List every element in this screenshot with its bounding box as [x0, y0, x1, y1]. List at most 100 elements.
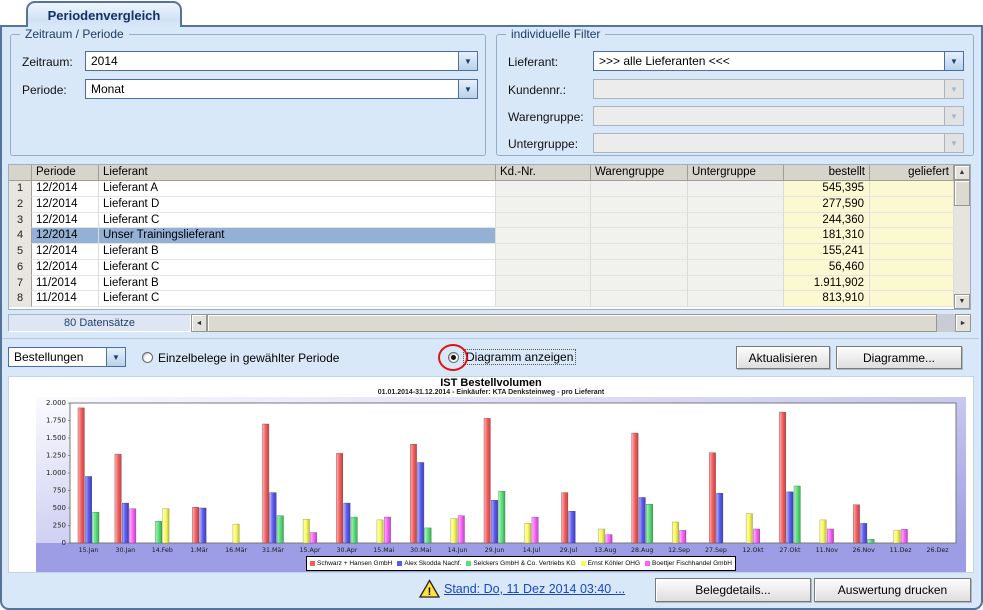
scroll-left-icon[interactable]: ◄: [191, 314, 207, 332]
belegdetails-button[interactable]: Belegdetails...: [655, 578, 811, 602]
table-cell[interactable]: 12/2014: [32, 228, 99, 244]
table-cell[interactable]: [688, 181, 784, 197]
scroll-right-icon[interactable]: ►: [955, 314, 971, 332]
row-number[interactable]: 2: [9, 197, 32, 213]
table-cell[interactable]: [496, 244, 591, 260]
aktualisieren-button[interactable]: Aktualisieren: [736, 346, 830, 369]
table-cell[interactable]: [688, 213, 784, 229]
table-cell[interactable]: 12/2014: [32, 213, 99, 229]
row-number[interactable]: 7: [9, 276, 32, 292]
table-cell[interactable]: Unser Trainingslieferant: [99, 228, 496, 244]
table-cell[interactable]: [591, 213, 688, 229]
table-cell[interactable]: [496, 181, 591, 197]
row-number[interactable]: 1: [9, 181, 32, 197]
svg-text:30.Apr: 30.Apr: [336, 547, 357, 554]
table-cell[interactable]: 12/2014: [32, 197, 99, 213]
svg-text:29.Jul: 29.Jul: [560, 547, 578, 554]
table-cell[interactable]: 56,460: [784, 260, 870, 276]
table-cell[interactable]: Lieferant C: [99, 260, 496, 276]
column-header-bestellt[interactable]: bestellt: [784, 165, 870, 181]
diagramme-button[interactable]: Diagramme...: [836, 346, 962, 369]
table-cell[interactable]: [591, 181, 688, 197]
table-cell[interactable]: [688, 197, 784, 213]
column-header-geliefert[interactable]: geliefert: [870, 165, 954, 181]
column-header-Untergruppe[interactable]: Untergruppe: [688, 165, 784, 181]
table-cell[interactable]: 813,910: [784, 291, 870, 307]
column-header-Kd.-Nr.[interactable]: Kd.-Nr.: [496, 165, 591, 181]
svg-text:13.Aug: 13.Aug: [594, 547, 616, 554]
table-cell[interactable]: 181,310: [784, 228, 870, 244]
table-cell[interactable]: [688, 260, 784, 276]
table-cell[interactable]: 12/2014: [32, 244, 99, 260]
table-cell[interactable]: [870, 291, 954, 307]
vertical-scrollbar[interactable]: ▲ ▼: [954, 165, 970, 309]
column-header-Lieferant[interactable]: Lieferant: [99, 165, 496, 181]
table-cell[interactable]: 155,241: [784, 244, 870, 260]
table-cell[interactable]: [591, 260, 688, 276]
horizontal-scroll-thumb[interactable]: [207, 314, 937, 332]
table-cell[interactable]: [496, 228, 591, 244]
row-number[interactable]: 5: [9, 244, 32, 260]
table-cell[interactable]: [688, 228, 784, 244]
table-cell[interactable]: [496, 213, 591, 229]
table-cell[interactable]: [870, 228, 954, 244]
radio-einzelbelege[interactable]: [142, 352, 153, 363]
groupbox-individuelle-filter: individuelle Filter: [496, 34, 974, 156]
table-cell[interactable]: [591, 276, 688, 292]
table-cell[interactable]: 277,590: [784, 197, 870, 213]
row-number[interactable]: 4: [9, 228, 32, 244]
table-cell[interactable]: [496, 291, 591, 307]
radio-einzelbelege-label[interactable]: Einzelbelege in gewählter Periode: [158, 351, 339, 365]
row-number[interactable]: 6: [9, 260, 32, 276]
table-cell[interactable]: [688, 244, 784, 260]
chevron-down-icon[interactable]: ▼: [106, 348, 125, 366]
table-cell[interactable]: 12/2014: [32, 181, 99, 197]
table-cell[interactable]: [591, 197, 688, 213]
table-cell[interactable]: [870, 181, 954, 197]
table-cell[interactable]: Lieferant B: [99, 276, 496, 292]
vertical-scroll-thumb[interactable]: [954, 180, 970, 206]
svg-text:750: 750: [53, 487, 66, 495]
table-cell[interactable]: [496, 260, 591, 276]
table-cell[interactable]: [870, 244, 954, 260]
table-cell[interactable]: [688, 276, 784, 292]
table-cell[interactable]: [870, 260, 954, 276]
column-header-rownum[interactable]: [9, 165, 32, 181]
table-cell[interactable]: 244,360: [784, 213, 870, 229]
table-cell[interactable]: [870, 197, 954, 213]
table-cell[interactable]: 1.911,902: [784, 276, 870, 292]
table-cell[interactable]: Lieferant A: [99, 181, 496, 197]
table-cell[interactable]: [870, 276, 954, 292]
table-cell[interactable]: [688, 291, 784, 307]
table-cell[interactable]: [870, 213, 954, 229]
legend-item: Schwarz + Hansen GmbH: [310, 560, 392, 567]
stand-link[interactable]: Stand: Do, 11 Dez 2014 03:40 ...: [444, 582, 625, 596]
table-cell[interactable]: Lieferant C: [99, 291, 496, 307]
table-cell[interactable]: [591, 228, 688, 244]
radio-diagramm-label[interactable]: Diagramm anzeigen: [464, 350, 575, 364]
table-cell[interactable]: [496, 197, 591, 213]
scroll-down-icon[interactable]: ▼: [954, 294, 970, 309]
scroll-up-icon[interactable]: ▲: [954, 165, 970, 180]
table-cell[interactable]: [591, 291, 688, 307]
svg-text:11.Nov: 11.Nov: [816, 547, 839, 554]
table-cell[interactable]: 11/2014: [32, 291, 99, 307]
column-header-Periode[interactable]: Periode: [32, 165, 99, 181]
table-cell[interactable]: Lieferant B: [99, 244, 496, 260]
table-cell[interactable]: Lieferant D: [99, 197, 496, 213]
table-cell[interactable]: Lieferant C: [99, 213, 496, 229]
belegart-combobox[interactable]: Bestellungen ▼: [8, 347, 126, 367]
table-cell[interactable]: 11/2014: [32, 276, 99, 292]
column-header-Warengruppe[interactable]: Warengruppe: [591, 165, 688, 181]
table-cell[interactable]: [496, 276, 591, 292]
chart-legend: Schwarz + Hansen GmbHAlex Skodda Nachf.S…: [306, 556, 736, 571]
table-cell[interactable]: [591, 244, 688, 260]
tab-periodenvergleich[interactable]: Periodenvergleich: [26, 1, 182, 27]
table-cell[interactable]: 12/2014: [32, 260, 99, 276]
row-number[interactable]: 3: [9, 213, 32, 229]
legend-label: Schwarz + Hansen GmbH: [317, 560, 392, 567]
auswertung-drucken-button[interactable]: Auswertung drucken: [814, 578, 971, 602]
table-cell[interactable]: 545,395: [784, 181, 870, 197]
row-number[interactable]: 8: [9, 291, 32, 307]
horizontal-scrollbar[interactable]: ◄ ►: [191, 314, 971, 332]
